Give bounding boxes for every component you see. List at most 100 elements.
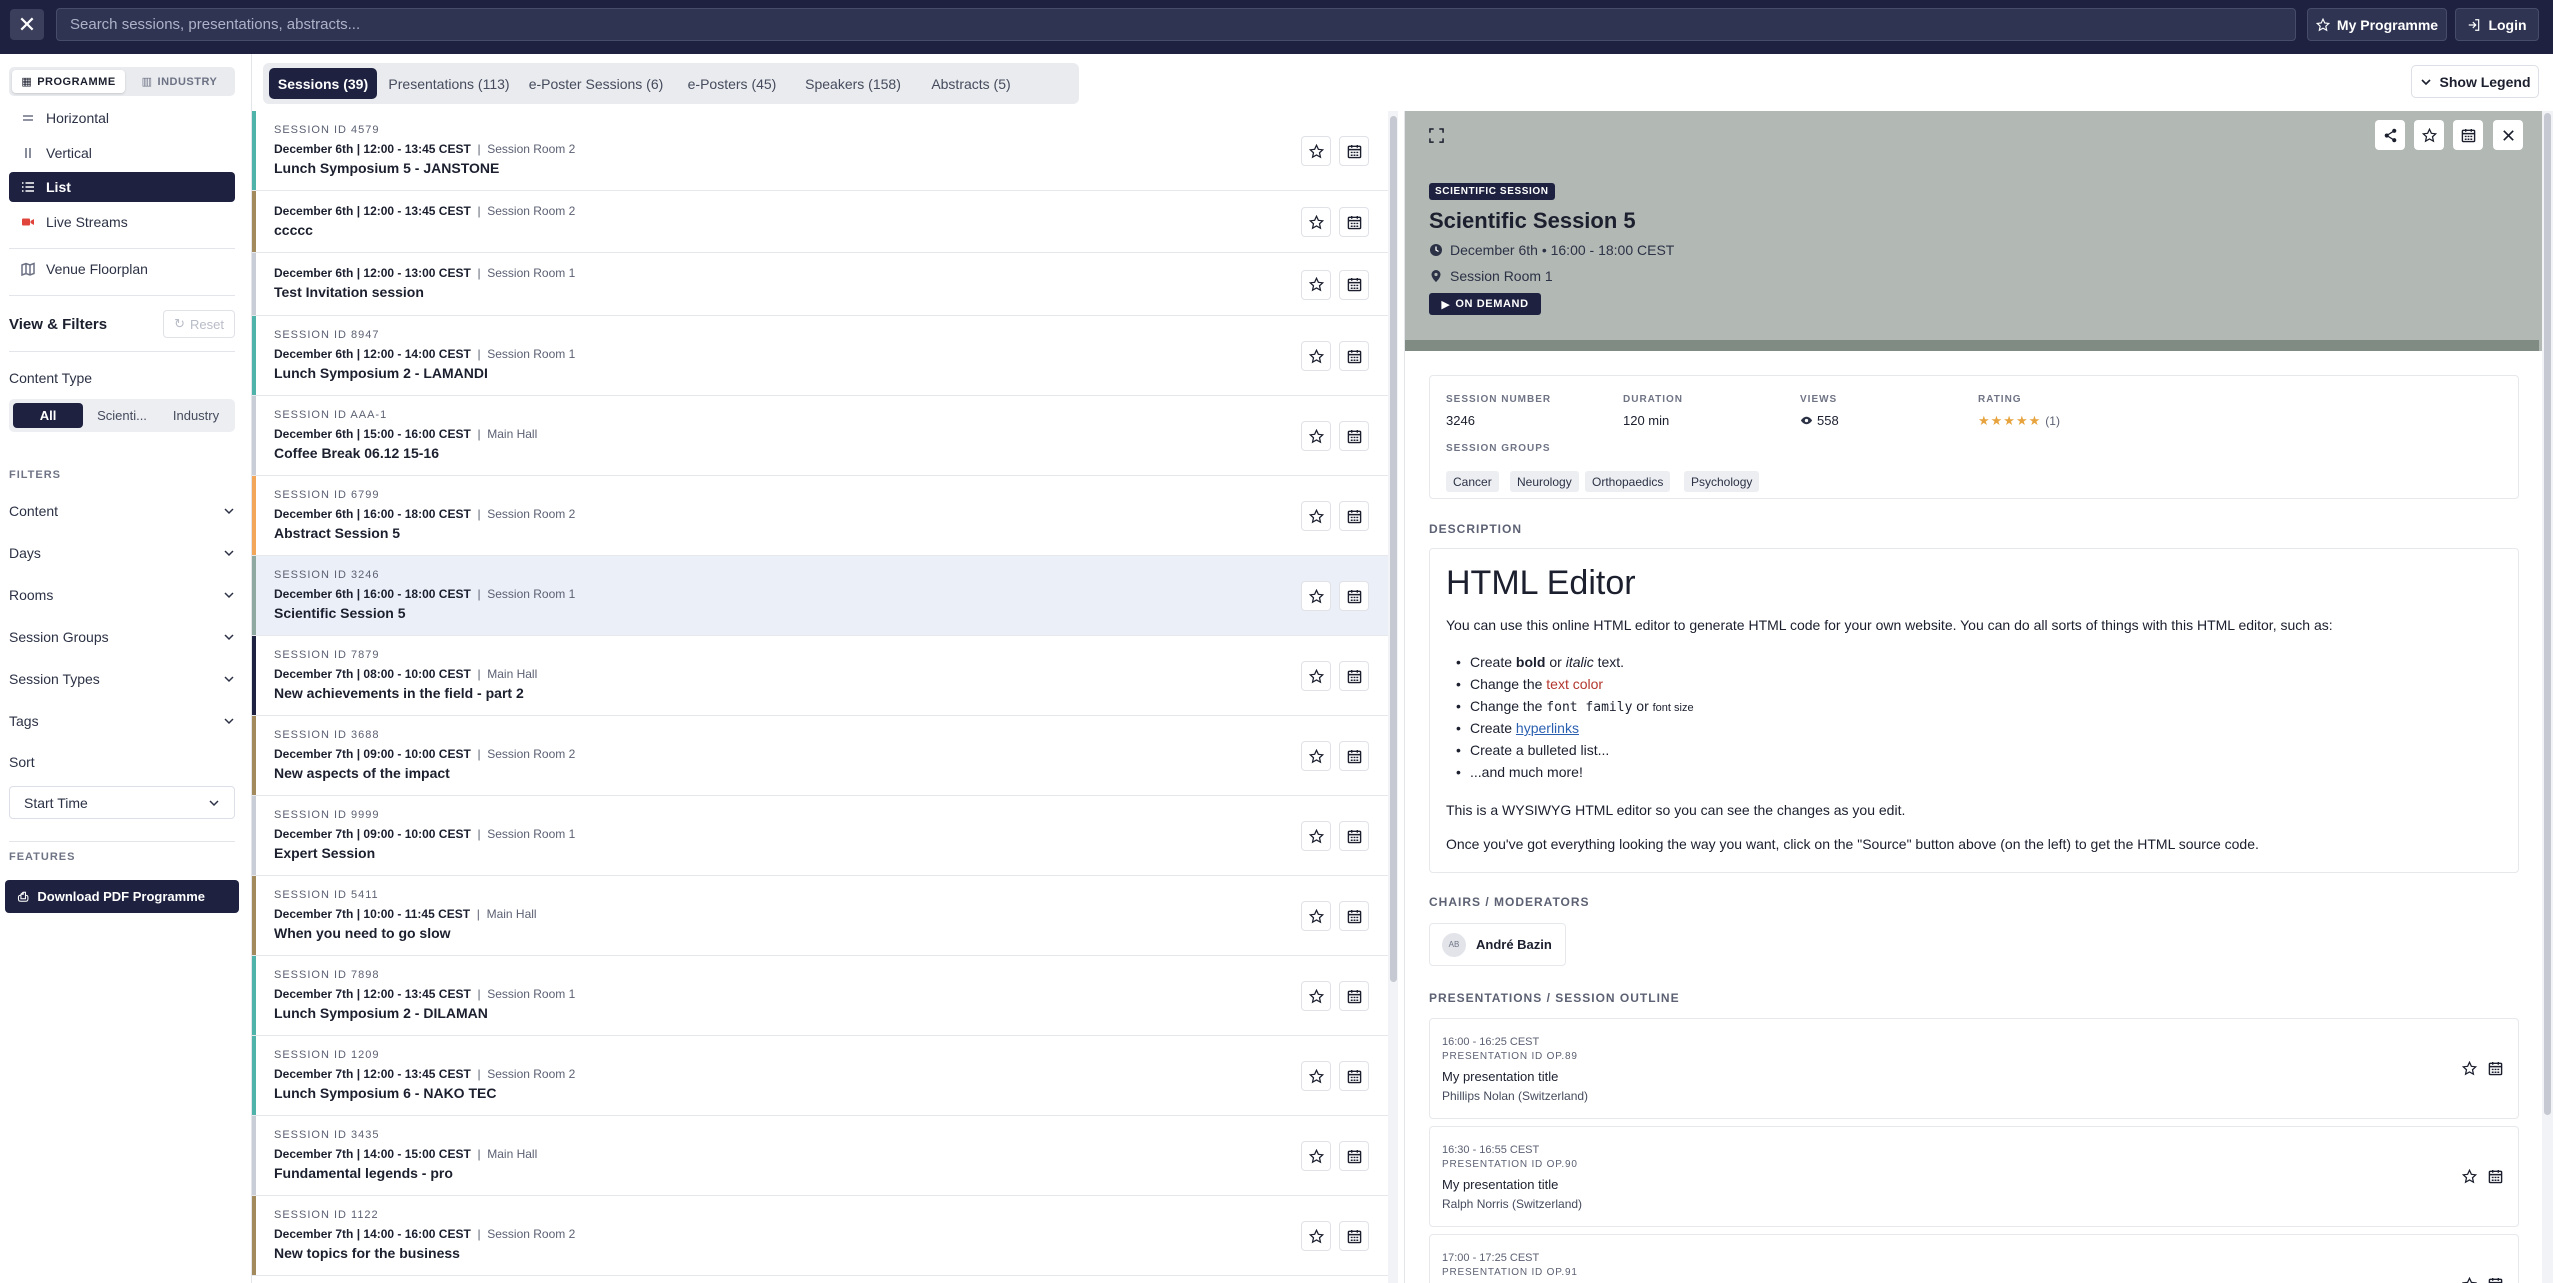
filter-content[interactable]: Content (9, 497, 235, 525)
calendar-icon[interactable] (1339, 661, 1369, 691)
calendar-icon[interactable] (2453, 120, 2483, 150)
presentation-card[interactable]: 16:30 - 16:55 CEST PRESENTATION ID OP.90 M… (1429, 1126, 2519, 1227)
tab-eposters[interactable]: e-Posters (45) (675, 68, 789, 99)
filter-session-groups[interactable]: Session Groups (9, 623, 235, 651)
session-row[interactable]: SESSION ID 7898 December 7th | 12:00 - 13… (252, 956, 1388, 1036)
session-row[interactable]: SESSION ID 7879 December 7th | 08:00 - 10… (252, 636, 1388, 716)
show-legend-button[interactable]: Show Legend (2411, 65, 2539, 98)
session-row[interactable]: SESSION ID 3688 December 7th | 09:00 - 10… (252, 716, 1388, 796)
mode-industry[interactable]: ▥ INDUSTRY (127, 70, 232, 93)
login-button[interactable]: Login (2455, 8, 2539, 41)
calendar-icon[interactable] (1339, 1221, 1369, 1251)
session-row[interactable]: SESSION ID 3246 December 6th | 16:00 - 18… (252, 556, 1388, 636)
session-row[interactable]: SESSION ID 1209 December 7th | 12:00 - 13… (252, 1036, 1388, 1116)
tab-speakers[interactable]: Speakers (158) (793, 68, 913, 99)
sort-select[interactable]: Start Time (9, 786, 235, 819)
star-icon[interactable] (1301, 341, 1331, 371)
calendar-icon[interactable] (1339, 501, 1369, 531)
session-group-chip[interactable]: Cancer (1446, 471, 1499, 492)
session-row[interactable]: SESSION ID 4579 December 6th | 12:00 - 13… (252, 111, 1388, 191)
view-horizontal[interactable]: Horizontal (9, 103, 235, 133)
session-row[interactable]: SESSION ID 1122 December 7th | 14:00 - 16… (252, 1196, 1388, 1276)
calendar-icon[interactable] (1339, 207, 1369, 237)
share-icon[interactable] (2375, 120, 2405, 150)
tab-presentations[interactable]: Presentations (113) (381, 68, 517, 99)
calendar-icon[interactable] (1339, 901, 1369, 931)
calendar-icon[interactable] (1339, 1061, 1369, 1091)
calendar-icon[interactable] (2484, 1057, 2506, 1079)
star-icon[interactable] (1301, 901, 1331, 931)
reset-button[interactable]: ↻ Reset (163, 310, 235, 338)
video-icon (22, 218, 34, 226)
close-icon[interactable]: ✕ (10, 9, 44, 40)
tab-sessions[interactable]: Sessions (39) (269, 68, 377, 99)
calendar-icon[interactable] (1339, 1141, 1369, 1171)
session-row[interactable]: SESSION ID 6799 December 6th | 16:00 - 18… (252, 476, 1388, 556)
star-icon[interactable] (2458, 1273, 2480, 1283)
filter-tags[interactable]: Tags (9, 707, 235, 735)
calendar-icon[interactable] (1339, 341, 1369, 371)
download-pdf-button[interactable]: ⎙ Download PDF Programme (5, 880, 239, 913)
mode-programme[interactable]: ▦ PROGRAMME (12, 70, 125, 93)
calendar-icon[interactable] (2484, 1165, 2506, 1187)
session-group-chip[interactable]: Orthopaedics (1585, 471, 1671, 492)
star-icon[interactable] (2458, 1165, 2480, 1187)
filter-rooms[interactable]: Rooms (9, 581, 235, 609)
view-list[interactable]: List (9, 172, 235, 202)
my-programme-button[interactable]: My Programme (2307, 8, 2447, 41)
session-row[interactable]: SESSION ID AAA-1 December 6th | 15:00 - 1… (252, 396, 1388, 476)
tab-abstracts[interactable]: Abstracts (5) (917, 68, 1025, 99)
presentation-card[interactable]: 17:00 - 17:25 CEST PRESENTATION ID OP.91 (1429, 1234, 2519, 1283)
session-group-chip[interactable]: Psychology (1684, 471, 1760, 492)
star-icon[interactable] (1301, 421, 1331, 451)
star-icon[interactable] (1301, 661, 1331, 691)
presentation-card[interactable]: 16:00 - 16:25 CEST PRESENTATION ID OP.89 M… (1429, 1018, 2519, 1119)
calendar-icon[interactable] (1339, 421, 1369, 451)
calendar-icon[interactable] (2484, 1273, 2506, 1283)
content-type-all[interactable]: All (13, 403, 83, 428)
star-icon[interactable] (1301, 1061, 1331, 1091)
star-icon[interactable] (1301, 581, 1331, 611)
star-icon[interactable] (1301, 269, 1331, 300)
session-meta: December 6th | 12:00 - 13:00 CEST | Sess… (274, 266, 575, 280)
star-icon[interactable] (1301, 1141, 1331, 1171)
hyperlinks-link[interactable]: hyperlinks (1516, 720, 1579, 736)
view-live-streams[interactable]: Live Streams (9, 207, 235, 237)
calendar-icon[interactable] (1339, 581, 1369, 611)
star-icon[interactable] (1301, 981, 1331, 1011)
tab-eposter-sessions[interactable]: e-Poster Sessions (6) (521, 68, 671, 99)
star-icon[interactable] (2458, 1057, 2480, 1079)
view-vertical[interactable]: Vertical (9, 138, 235, 168)
list-scrollbar-thumb[interactable] (1390, 116, 1397, 982)
star-icon[interactable] (1301, 821, 1331, 851)
star-icon[interactable] (1301, 136, 1331, 166)
filter-session-types[interactable]: Session Types (9, 665, 235, 693)
calendar-icon[interactable] (1339, 136, 1369, 166)
calendar-icon[interactable] (1339, 269, 1369, 300)
content-type-scientific[interactable]: Scienti... (87, 403, 157, 428)
on-demand-button[interactable]: ▶ ON DEMAND (1429, 293, 1541, 315)
star-icon[interactable] (1301, 1221, 1331, 1251)
session-row[interactable]: December 6th | 12:00 - 13:45 CEST | Sess… (252, 191, 1388, 253)
calendar-icon[interactable] (1339, 741, 1369, 771)
star-icon[interactable] (1301, 207, 1331, 237)
calendar-icon[interactable] (1339, 821, 1369, 851)
session-row[interactable]: SESSION ID 3435 December 7th | 14:00 - 15… (252, 1116, 1388, 1196)
session-row[interactable]: SESSION ID 8947 December 6th | 12:00 - 14… (252, 316, 1388, 396)
chair-card[interactable]: AB André Bazin (1429, 923, 1566, 966)
content-type-industry[interactable]: Industry (161, 403, 231, 428)
session-row[interactable]: SESSION ID 9999 December 7th | 09:00 - 10… (252, 796, 1388, 876)
calendar-icon[interactable] (1339, 981, 1369, 1011)
view-venue-floorplan[interactable]: Venue Floorplan (9, 254, 235, 284)
star-icon[interactable] (1301, 501, 1331, 531)
star-icon[interactable] (1301, 741, 1331, 771)
star-icon[interactable] (2414, 120, 2444, 150)
search-input[interactable]: Search sessions, presentations, abstract… (56, 8, 2296, 41)
session-row[interactable]: SESSION ID 5411 December 7th | 10:00 - 11… (252, 876, 1388, 956)
close-icon[interactable] (2493, 120, 2523, 150)
session-row[interactable]: December 6th | 12:00 - 13:00 CEST | Sess… (252, 253, 1388, 316)
filter-days[interactable]: Days (9, 539, 235, 567)
session-group-chip[interactable]: Neurology (1510, 471, 1579, 492)
detail-scrollbar-thumb[interactable] (2544, 113, 2551, 1115)
expand-icon[interactable] (1421, 120, 1451, 150)
